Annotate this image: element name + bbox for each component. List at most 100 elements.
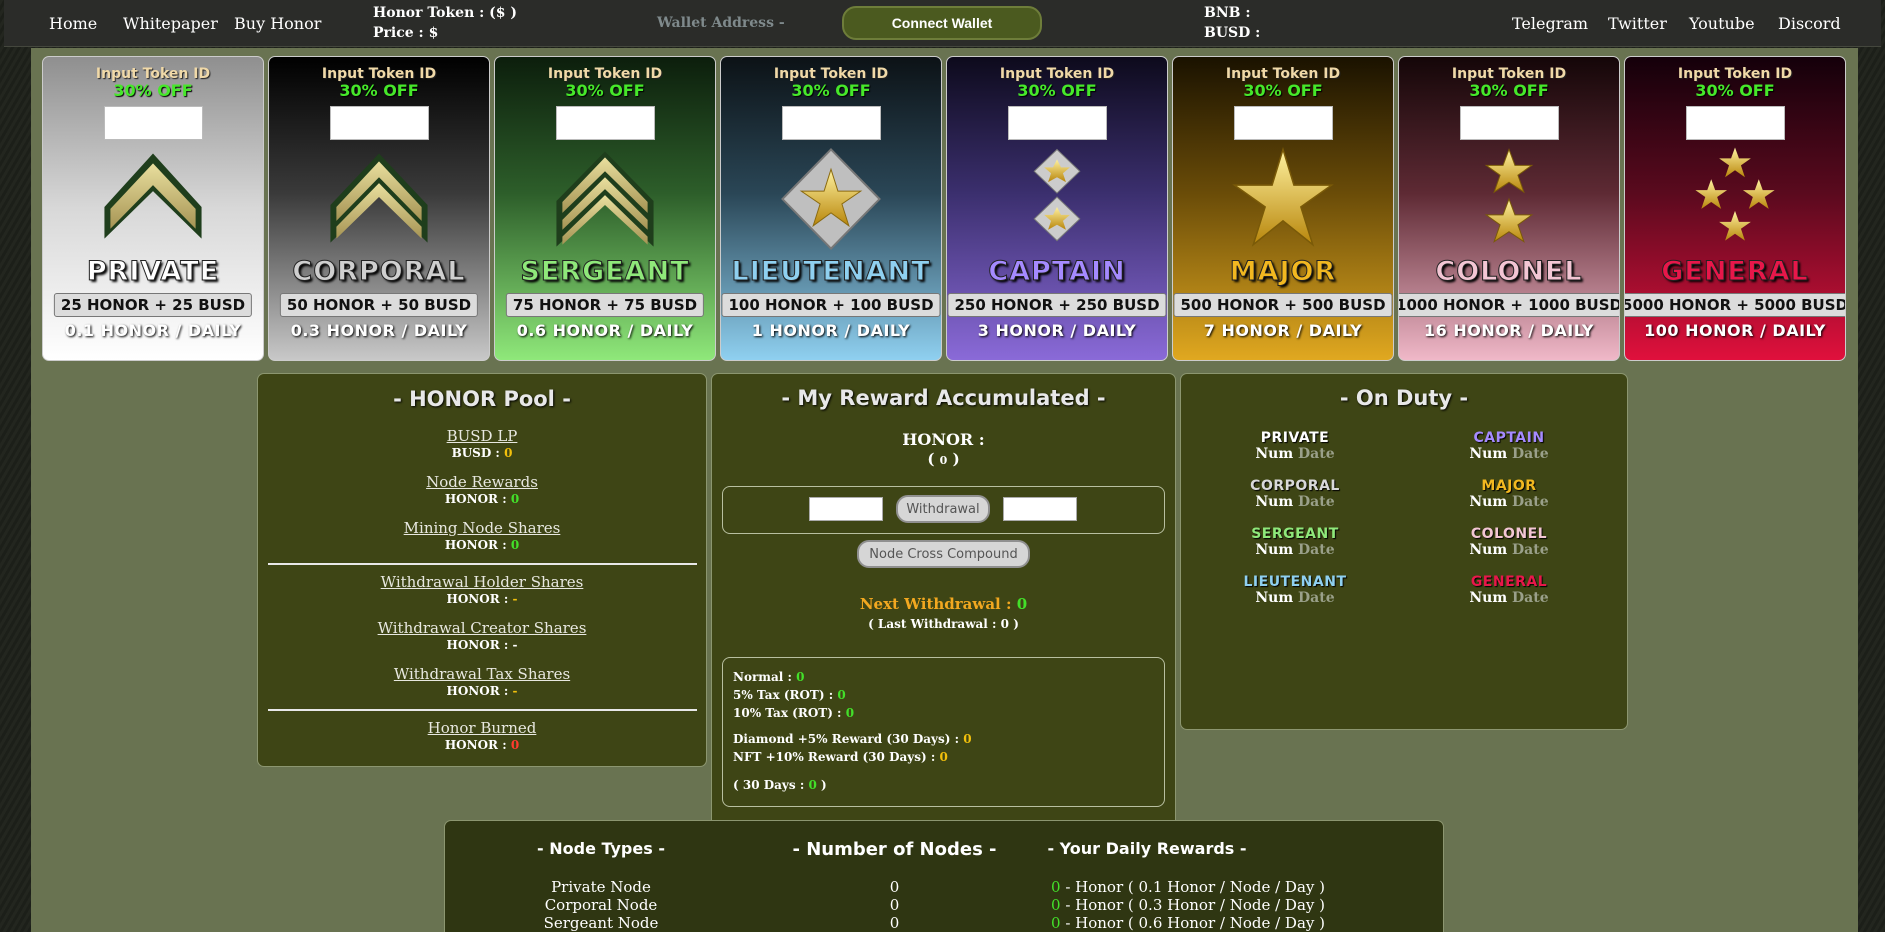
token-id-input[interactable] bbox=[330, 106, 429, 140]
private-chevron-icon bbox=[104, 153, 202, 239]
mining-shares-value: HONOR : 0 bbox=[444, 538, 520, 552]
card-rank: PRIVATE bbox=[86, 256, 220, 288]
token-id-input[interactable] bbox=[556, 106, 655, 140]
holder-shares-link[interactable]: Withdrawal Holder Shares bbox=[258, 573, 706, 591]
top-nav: Home Whitepaper Buy Honor Honor Token : … bbox=[4, 0, 1881, 47]
nav-twitter[interactable]: Twitter bbox=[1608, 14, 1667, 33]
mining-shares-link[interactable]: Mining Node Shares bbox=[258, 519, 706, 537]
card-price: 1000 HONOR + 1000 BUSD bbox=[1399, 293, 1619, 317]
reward-detail-box: Normal : 0 5% Tax (ROT) : 0 10% Tax (ROT… bbox=[722, 657, 1165, 807]
node-count-private: 0 bbox=[889, 878, 900, 896]
node-card-general[interactable]: Input Token ID 30% OFF GENERAL 5000 HONO… bbox=[1624, 56, 1846, 361]
token-id-input[interactable] bbox=[104, 106, 203, 140]
withdraw-input-right[interactable] bbox=[1003, 497, 1077, 521]
node-card-private[interactable]: Input Token ID 30% OFF PRIVATE 25 HONOR … bbox=[42, 56, 264, 361]
duty-colonel: COLONEL Num Date bbox=[1469, 526, 1549, 558]
token-id-input[interactable] bbox=[1234, 106, 1333, 140]
honor-burned-link[interactable]: Honor Burned bbox=[258, 719, 706, 737]
busd-lp-value: BUSD : 0 bbox=[451, 446, 513, 460]
token-id-input[interactable] bbox=[1008, 106, 1107, 140]
reward-honor-value: ( 0 ) bbox=[927, 450, 960, 468]
card-rank: CAPTAIN bbox=[988, 256, 1126, 288]
card-daily: 0.6 HONOR / DAILY bbox=[516, 321, 694, 340]
nav-home[interactable]: Home bbox=[49, 14, 97, 33]
token-id-input[interactable] bbox=[1686, 106, 1785, 140]
busd-balance: BUSD : bbox=[1204, 25, 1261, 41]
next-withdrawal: Next Withdrawal : 0 bbox=[859, 595, 1028, 613]
card-input-label: Input Token ID bbox=[999, 66, 1115, 82]
creator-shares-link[interactable]: Withdrawal Creator Shares bbox=[258, 619, 706, 637]
node-card-colonel[interactable]: Input Token ID 30% OFF COLONEL 1000 HONO… bbox=[1398, 56, 1620, 361]
card-input-label: Input Token ID bbox=[773, 66, 889, 82]
tax10-reward: 10% Tax (ROT) : 0 bbox=[733, 706, 855, 720]
nav-whitepaper[interactable]: Whitepaper bbox=[123, 14, 218, 33]
token-id-input[interactable] bbox=[782, 106, 881, 140]
card-input-label: Input Token ID bbox=[1677, 66, 1793, 82]
node-card-sergeant[interactable]: Input Token ID 30% OFF SERGEANT 75 HONOR… bbox=[494, 56, 716, 361]
card-rank: COLONEL bbox=[1435, 256, 1583, 288]
card-price: 250 HONOR + 250 BUSD bbox=[947, 293, 1167, 317]
duty-private: PRIVATE Num Date bbox=[1255, 430, 1335, 462]
nav-buy-honor[interactable]: Buy Honor bbox=[234, 14, 321, 33]
card-rank: SERGEANT bbox=[520, 256, 690, 288]
thirty-days: ( 30 Days : 0 ) bbox=[733, 778, 827, 792]
node-card-corporal[interactable]: Input Token ID 30% OFF CORPORAL 50 HONOR… bbox=[268, 56, 490, 361]
node-reward-private: 0 - Honor ( 0.1 Honor / Node / Day ) bbox=[1051, 878, 1325, 896]
busd-lp-link[interactable]: BUSD LP bbox=[258, 427, 706, 445]
lieutenant-star-icon bbox=[781, 148, 881, 250]
node-cross-compound-button[interactable]: Node Cross Compound bbox=[857, 540, 1030, 568]
creator-shares-value: HONOR : - bbox=[446, 638, 518, 652]
tax-shares-link[interactable]: Withdrawal Tax Shares bbox=[258, 665, 706, 683]
card-discount: 30% OFF bbox=[339, 81, 419, 100]
card-price: 50 HONOR + 50 BUSD bbox=[279, 293, 479, 317]
card-discount: 30% OFF bbox=[1243, 81, 1323, 100]
card-discount: 30% OFF bbox=[1695, 81, 1775, 100]
node-card-major[interactable]: Input Token ID 30% OFF MAJOR 500 HONOR +… bbox=[1172, 56, 1394, 361]
bnb-balance: BNB : bbox=[1204, 5, 1251, 21]
colonel-stars-icon bbox=[1484, 148, 1534, 243]
node-card-lieutenant[interactable]: Input Token ID 30% OFF LIEUTENANT 100 HO… bbox=[720, 56, 942, 361]
node-reward-corporal: 0 - Honor ( 0.3 Honor / Node / Day ) bbox=[1051, 896, 1325, 914]
captain-stars-icon bbox=[1033, 148, 1081, 242]
pool-title: - HONOR Pool - bbox=[393, 387, 571, 411]
duty-sergeant: SERGEANT Num Date bbox=[1251, 526, 1339, 558]
duty-corporal: CORPORAL Num Date bbox=[1250, 478, 1340, 510]
card-input-label: Input Token ID bbox=[1225, 66, 1341, 82]
honor-pool-panel: - HONOR Pool - BUSD LP BUSD : 0 Node Rew… bbox=[257, 373, 707, 767]
card-daily: 1 HONOR / DAILY bbox=[751, 321, 911, 340]
card-discount: 30% OFF bbox=[1469, 81, 1549, 100]
card-discount: 30% OFF bbox=[791, 81, 871, 100]
honor-burned-value: HONOR : 0 bbox=[444, 738, 520, 752]
connect-wallet-button[interactable]: Connect Wallet bbox=[842, 6, 1042, 40]
card-discount: 30% OFF bbox=[113, 81, 193, 100]
duty-major: MAJOR Num Date bbox=[1469, 478, 1549, 510]
withdraw-input-left[interactable] bbox=[809, 497, 883, 521]
sergeant-chevron-icon bbox=[556, 151, 654, 247]
nav-telegram[interactable]: Telegram bbox=[1512, 14, 1588, 33]
tax-shares-value: HONOR : - bbox=[446, 684, 518, 698]
token-id-input[interactable] bbox=[1460, 106, 1559, 140]
daily-rewards-title: - Your Daily Rewards - bbox=[1047, 839, 1247, 858]
number-of-nodes-title: - Number of Nodes - bbox=[792, 839, 997, 860]
card-input-label: Input Token ID bbox=[321, 66, 437, 82]
card-discount: 30% OFF bbox=[565, 81, 645, 100]
holder-shares-value: HONOR : - bbox=[446, 592, 518, 606]
card-discount: 30% OFF bbox=[1017, 81, 1097, 100]
card-rank: MAJOR bbox=[1229, 256, 1337, 288]
duty-title: - On Duty - bbox=[1339, 386, 1469, 410]
tax5-reward: 5% Tax (ROT) : 0 bbox=[733, 688, 846, 702]
nav-youtube[interactable]: Youtube bbox=[1689, 14, 1755, 33]
withdrawal-button[interactable]: Withdrawal bbox=[896, 495, 990, 523]
nav-discord[interactable]: Discord bbox=[1778, 14, 1841, 33]
card-price: 25 HONOR + 25 BUSD bbox=[53, 293, 253, 317]
card-input-label: Input Token ID bbox=[1451, 66, 1567, 82]
duty-lieutenant: LIEUTENANT Num Date bbox=[1243, 574, 1347, 606]
on-duty-panel: - On Duty - PRIVATE Num Date CORPORAL Num … bbox=[1180, 373, 1628, 730]
card-input-label: Input Token ID bbox=[95, 66, 211, 82]
node-rewards-link[interactable]: Node Rewards bbox=[258, 473, 706, 491]
honor-token-price: Honor Token : ($ ) bbox=[373, 5, 518, 21]
node-card-captain[interactable]: Input Token ID 30% OFF CAPTAIN 250 HONOR… bbox=[946, 56, 1168, 361]
card-input-label: Input Token ID bbox=[547, 66, 663, 82]
node-types-title: - Node Types - bbox=[537, 839, 665, 858]
node-rewards-value: HONOR : 0 bbox=[444, 492, 520, 506]
